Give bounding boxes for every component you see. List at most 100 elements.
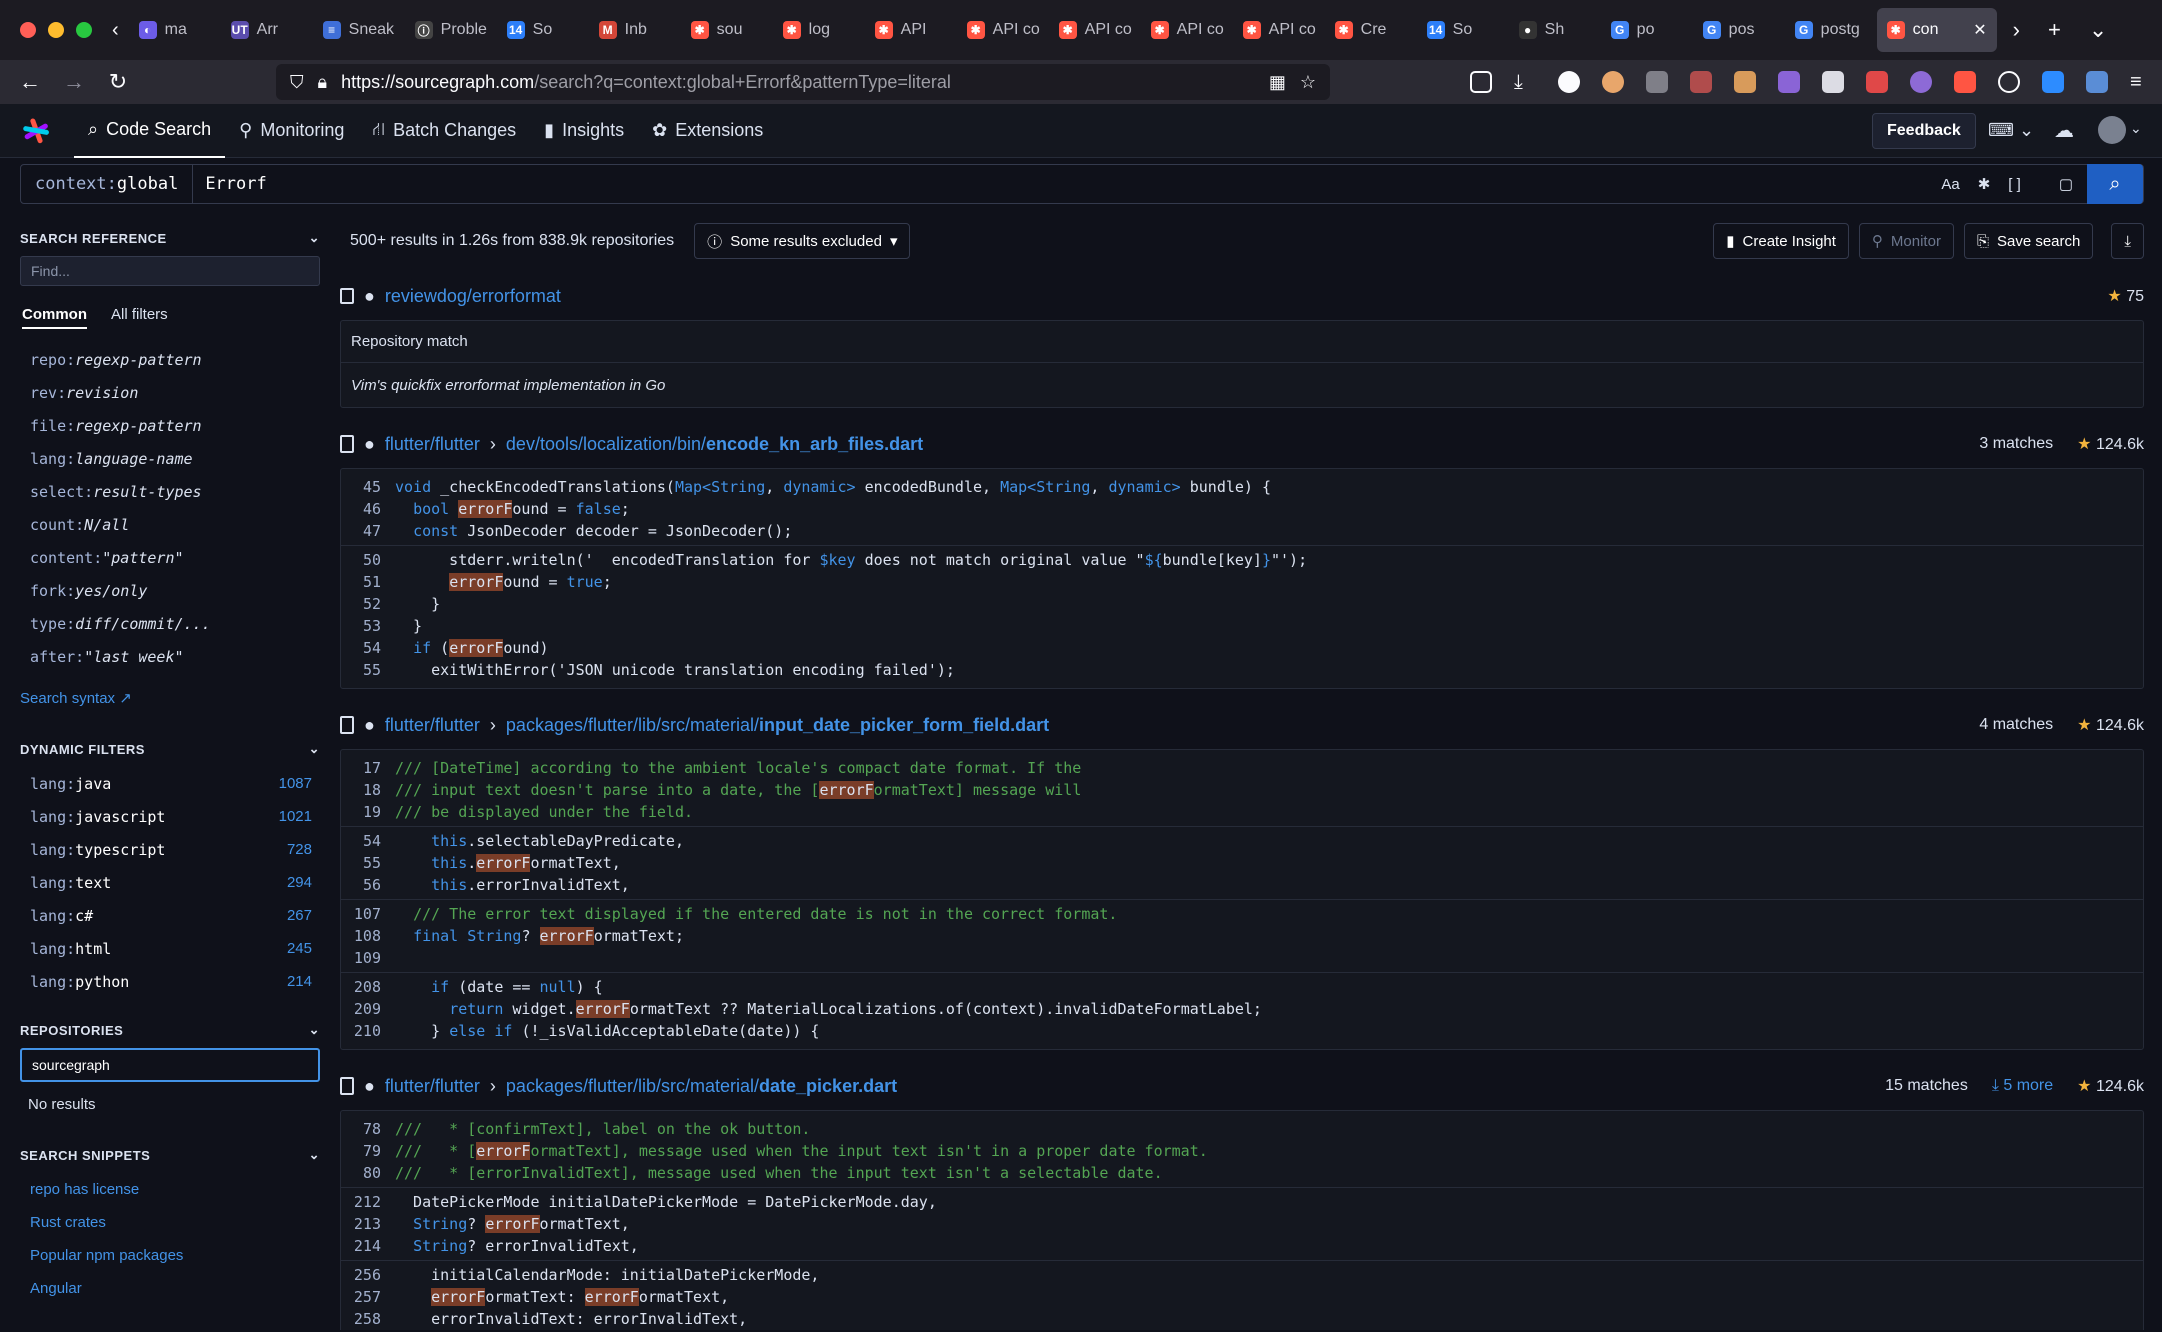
extension-s-blue-icon[interactable] [2086,71,2108,93]
sourcegraph-logo-icon[interactable] [22,117,50,145]
code-line[interactable]: 257 errorFormatText: errorFormatText, [341,1286,2143,1308]
browser-tab[interactable]: ✱ API co [1233,8,1321,52]
nav-code-search[interactable]: ⌕ Code Search [74,104,226,158]
line-number[interactable]: 52 [341,595,395,613]
search-context-selector[interactable]: context: global [21,165,194,203]
search-reference-header[interactable]: SEARCH REFERENCE ⌄ [20,220,320,256]
browser-tab[interactable]: UT Arr [221,8,309,52]
code-line[interactable]: 208 if (date == null) { [341,976,2143,998]
line-number[interactable]: 50 [341,551,395,569]
line-number[interactable]: 79 [341,1142,395,1160]
zoom-window-button[interactable] [76,22,92,38]
extension-grid-icon[interactable] [1822,71,1844,93]
dynamic-filter-item[interactable]: lang:javascript 1021 [20,800,320,833]
dynamic-filter-item[interactable]: lang:typescript 728 [20,833,320,866]
dynamic-filters-header[interactable]: DYNAMIC FILTERS ⌄ [20,731,320,767]
reference-item[interactable]: count: N/all [20,508,320,541]
line-number[interactable]: 78 [341,1120,395,1138]
line-number[interactable]: 17 [341,759,395,777]
browser-tab[interactable]: 14 So [1417,8,1505,52]
code-line[interactable]: 47 const JsonDecoder decoder = JsonDecod… [341,520,2143,542]
code-line[interactable]: 210 } else if (!_isValidAcceptableDate(d… [341,1020,2143,1042]
result-repo-link[interactable]: flutter/flutter [385,434,480,455]
chevron-down-icon[interactable]: ⌄ [309,1147,320,1163]
code-line[interactable]: 78/// * [confirmText], label on the ok b… [341,1118,2143,1140]
code-line[interactable]: 213 String? errorFormatText, [341,1213,2143,1235]
clipboard-icon[interactable]: ▢ [2059,175,2073,193]
close-window-button[interactable] [20,22,36,38]
new-tab-icon[interactable]: + [2048,17,2061,43]
code-line[interactable]: 19/// be displayed under the field. [341,801,2143,823]
power-icon[interactable] [1998,71,2020,93]
result-repo-link[interactable]: flutter/flutter [385,1076,480,1097]
repo-match-link[interactable]: reviewdog/errorformat [385,286,561,307]
shield-icon[interactable]: ⛉ [290,72,304,93]
line-number[interactable]: 19 [341,803,395,821]
browser-tab[interactable]: 14 So [497,8,585,52]
regexp-toggle[interactable]: ✱ [1978,175,1991,193]
nav-batch-changes[interactable]: ⛙ Batch Changes [358,104,530,158]
result-file-link[interactable]: dev/tools/localization/bin/encode_kn_arb… [506,434,923,455]
snippet-link[interactable]: Popular npm packages [20,1239,320,1272]
dynamic-filter-item[interactable]: lang:text 294 [20,866,320,899]
browser-tab[interactable]: ✱ API [865,8,953,52]
line-number[interactable]: 46 [341,500,395,518]
code-line[interactable]: 55 this.errorFormatText, [341,852,2143,874]
code-line[interactable]: 256 initialCalendarMode: initialDatePick… [341,1264,2143,1286]
qr-code-icon[interactable]: ▦ [1269,72,1286,93]
ublock-icon[interactable] [1690,71,1712,93]
case-sensitivity-toggle[interactable]: Aa [1941,176,1959,193]
url-bar[interactable]: ⛉ 🔒︎ https://sourcegraph.com/search?q=co… [276,64,1330,100]
dynamic-filter-item[interactable]: lang:python 214 [20,965,320,998]
code-line[interactable]: 17/// [DateTime] according to the ambien… [341,757,2143,779]
search-snippets-header[interactable]: SEARCH SNIPPETS ⌄ [20,1137,320,1173]
dynamic-filter-item[interactable]: lang:c# 267 [20,899,320,932]
zoom-extension-icon[interactable] [2042,71,2064,93]
code-line[interactable]: 53 } [341,615,2143,637]
repository-filter-input[interactable]: sourcegraph [20,1048,320,1082]
code-line[interactable]: 18/// input text doesn't parse into a da… [341,779,2143,801]
extension-image-icon[interactable] [1734,71,1756,93]
browser-tab[interactable]: ✱ Cre [1325,8,1413,52]
terminal-icon[interactable]: ⌨︎ ⌄ [1988,120,2034,141]
reference-item[interactable]: select: result-types [20,475,320,508]
bookmark-star-icon[interactable]: ☆ [1300,72,1316,93]
reference-find-input[interactable]: Find... [20,256,320,286]
line-number[interactable]: 55 [341,854,395,872]
pocket-icon[interactable] [1470,71,1492,93]
tab-all-filters[interactable]: All filters [111,306,168,329]
code-line[interactable]: 212 DatePickerMode initialDatePickerMode… [341,1191,2143,1213]
tab-list-icon[interactable]: ⌄ [2089,17,2107,43]
excluded-results-dropdown[interactable]: ⓘ Some results excluded ▾ [694,223,911,259]
reload-icon[interactable]: ↻ [96,69,140,95]
save-search-button[interactable]: ⎘ Save search [1963,223,2094,259]
nav-insights[interactable]: ▮ Insights [530,104,638,158]
reference-item[interactable]: repo: regexp-pattern [20,343,320,376]
reference-item[interactable]: rev: revision [20,376,320,409]
dynamic-filter-item[interactable]: lang:html 245 [20,932,320,965]
line-number[interactable]: 258 [341,1310,395,1328]
feedback-button[interactable]: Feedback [1872,113,1976,149]
search-input[interactable]: context: global Errorf Aa ✱ [ ] ▢ ⌕ [20,164,2144,204]
browser-tab[interactable]: ✱ API co [957,8,1045,52]
line-number[interactable]: 210 [341,1022,395,1040]
chevron-down-icon[interactable]: ⌄ [309,1022,320,1038]
browser-tab[interactable]: ✱ log [773,8,861,52]
user-avatar[interactable] [2098,116,2126,144]
line-number[interactable]: 18 [341,781,395,799]
cloud-status-icon[interactable]: ☁︎ [2054,118,2074,143]
line-number[interactable]: 45 [341,478,395,496]
extension-gear-icon[interactable] [1778,71,1800,93]
reference-item[interactable]: after: "last week" [20,640,320,673]
code-line[interactable]: 107 /// The error text displayed if the … [341,903,2143,925]
show-more-link[interactable]: ⤓ 5 more [1992,1077,2053,1095]
browser-tab[interactable]: ● Sh [1509,8,1597,52]
line-number[interactable]: 256 [341,1266,395,1284]
line-number[interactable]: 109 [341,949,395,967]
snippet-link[interactable]: Rust crates [20,1206,320,1239]
line-number[interactable]: 80 [341,1164,395,1182]
back-icon[interactable]: ← [8,69,52,95]
line-number[interactable]: 108 [341,927,395,945]
browser-tab[interactable]: ⓘ Proble [405,8,493,52]
snippet-link[interactable]: repo has license [20,1173,320,1206]
